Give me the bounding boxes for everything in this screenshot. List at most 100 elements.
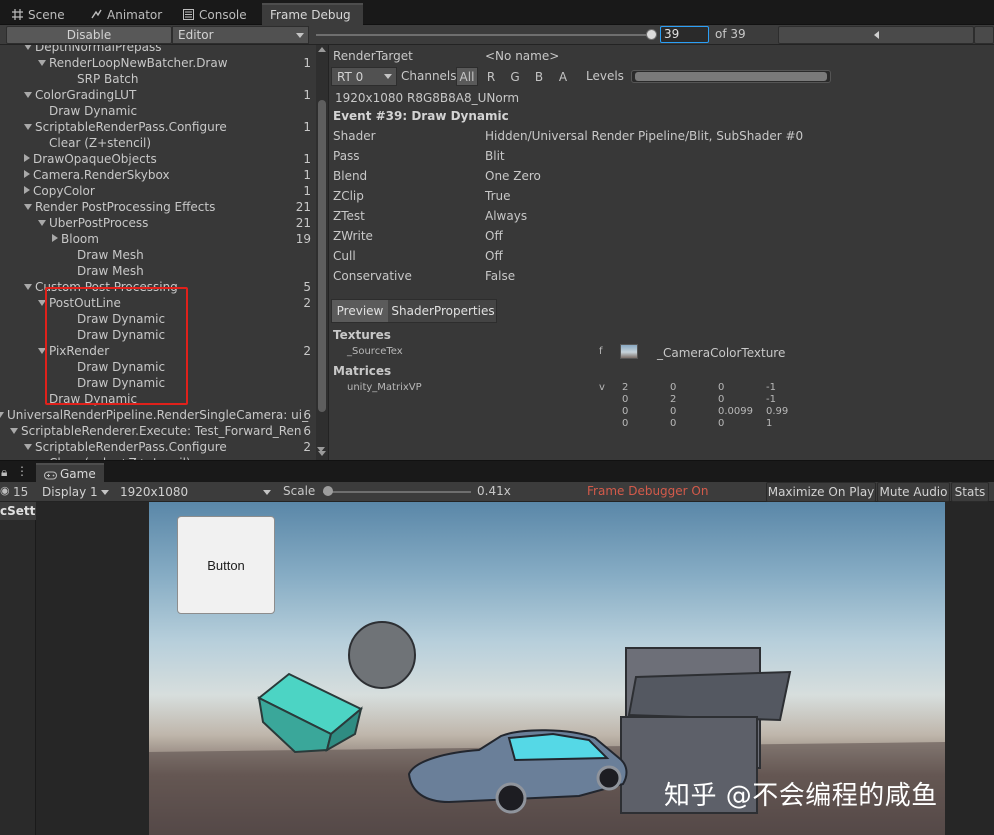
tree-row[interactable]: DepthNormalPrepass — [0, 45, 314, 55]
previous-event-button[interactable] — [778, 26, 974, 44]
rt-dropdown[interactable]: RT 0 — [331, 67, 397, 86]
matrix-cell: 0 — [718, 418, 725, 429]
property-key: Conservative — [333, 269, 412, 283]
display-dropdown[interactable]: Display 1 — [36, 483, 114, 501]
resolution-dropdown[interactable]: 1920x1080 — [114, 483, 276, 501]
display-value: Display 1 — [42, 485, 98, 499]
tree-row-label: Draw Dynamic — [49, 103, 137, 119]
tree-row[interactable]: CopyColor 1 — [0, 183, 314, 199]
scale-slider-track[interactable] — [323, 491, 471, 493]
tree-row-text: ScriptableRenderer.Execute: Test_Forward… — [21, 424, 302, 438]
tab-game[interactable]: Game — [36, 463, 104, 483]
tab-preview[interactable]: Preview — [332, 300, 388, 322]
tree-row[interactable]: Clear (Z+stencil) — [0, 135, 314, 151]
chevron-down-icon[interactable] — [0, 412, 4, 418]
property-value: Off — [485, 229, 503, 243]
event-title: Event #39: Draw Dynamic — [333, 109, 509, 123]
tree-row[interactable]: UberPostProcess 21 — [0, 215, 314, 231]
chevron-down-icon[interactable] — [38, 60, 46, 66]
channels-label: Channels — [401, 69, 457, 83]
tree-row[interactable]: ColorGradingLUT 1 — [0, 87, 314, 103]
tree-row-count: 1 — [303, 56, 311, 70]
tree-row[interactable]: Draw Mesh — [0, 263, 314, 279]
tab-console[interactable]: Console — [177, 4, 255, 25]
target-dropdown[interactable]: Editor — [172, 26, 309, 44]
game-tab-bar: 🔒︎ ⋮ Game — [0, 460, 994, 483]
chevron-down-icon[interactable] — [24, 124, 32, 130]
scroll-down-icon[interactable] — [317, 447, 325, 452]
tree-row-label: ScriptableRenderPass.Configure — [24, 439, 227, 455]
tree-row-text: Draw Mesh — [77, 248, 144, 262]
tree-row-label: Draw Mesh — [77, 247, 144, 263]
property-key: Cull — [333, 249, 356, 263]
channel-a-button[interactable]: A — [552, 67, 574, 86]
tree-row[interactable]: SRP Batch — [0, 71, 314, 87]
chevron-right-icon[interactable] — [24, 154, 30, 162]
tab-animator[interactable]: Animator — [85, 4, 170, 25]
chevron-right-icon[interactable] — [24, 170, 30, 178]
texture-thumbnail[interactable] — [620, 344, 638, 359]
eye-hidden-icon[interactable]: ◉ — [0, 484, 10, 497]
resolution-value: 1920x1080 — [120, 485, 189, 499]
chevron-down-icon[interactable] — [24, 204, 32, 210]
tree-row-label: ScriptableRenderer.Execute: Test_Forward… — [10, 423, 302, 439]
side-panel-strip: cSetti — [0, 502, 36, 835]
kebab-menu-icon[interactable]: ⋮ — [16, 464, 28, 478]
tree-row[interactable]: ScriptableRenderPass.Configure 2 — [0, 439, 314, 455]
tree-row[interactable]: Draw Mesh — [0, 247, 314, 263]
tree-row[interactable]: ScriptableRenderPass.Configure 1 — [0, 119, 314, 135]
mute-audio-button[interactable]: Mute Audio — [877, 482, 950, 502]
matrix-cell: 0.99 — [766, 406, 789, 417]
chevron-right-icon[interactable] — [24, 186, 30, 194]
tree-row-text: Draw Mesh — [77, 264, 144, 278]
chevron-down-icon[interactable] — [24, 284, 32, 290]
channel-b-button[interactable]: B — [528, 67, 550, 86]
tab-label: Animator — [107, 7, 163, 22]
lock-icon[interactable]: 🔒︎ — [1, 465, 7, 480]
render-target-format: 1920x1080 R8G8B8A8_UNorm — [335, 91, 520, 105]
event-total-label: of 39 — [715, 27, 746, 41]
animator-icon — [91, 9, 102, 20]
ui-button[interactable]: Button — [177, 516, 275, 614]
next-event-button[interactable] — [974, 26, 994, 44]
tab-frame-debug[interactable]: Frame Debug — [262, 3, 363, 25]
tree-row[interactable]: Draw Dynamic — [0, 103, 314, 119]
chevron-down-icon[interactable] — [24, 45, 32, 50]
tree-row[interactable]: Camera.RenderSkybox 1 — [0, 167, 314, 183]
chevron-down-icon[interactable] — [38, 220, 46, 226]
tab-label: Scene — [28, 7, 65, 22]
tree-row[interactable]: RenderLoopNewBatcher.Draw 1 — [0, 55, 314, 71]
tab-shader-properties[interactable]: ShaderProperties — [389, 300, 497, 322]
chevron-down-icon[interactable] — [24, 444, 32, 450]
channel-g-button[interactable]: G — [504, 67, 526, 86]
tree-row-label: Bloom — [52, 231, 99, 247]
disable-button[interactable]: Disable — [6, 26, 172, 44]
channel-all-button[interactable]: All — [456, 67, 478, 86]
matrix-cell: 2 — [622, 382, 629, 393]
chevron-down-icon[interactable] — [24, 92, 32, 98]
scroll-up-icon[interactable] — [318, 47, 326, 52]
tree-row-count: 1 — [303, 88, 311, 102]
cube-object — [257, 672, 363, 754]
event-index-field[interactable]: 39 — [660, 26, 709, 43]
tree-row[interactable]: ScriptableRenderer.Execute: Test_Forward… — [0, 423, 314, 439]
tree-row[interactable]: UniversalRenderPipeline.RenderSingleCame… — [0, 407, 314, 423]
channel-r-button[interactable]: R — [480, 67, 502, 86]
tree-row[interactable]: Render PostProcessing Effects 21 — [0, 199, 314, 215]
tab-scene[interactable]: Scene — [6, 4, 73, 25]
levels-slider-range[interactable] — [635, 72, 827, 81]
tree-row-count: 2 — [303, 296, 311, 310]
chevron-down-icon[interactable] — [10, 428, 18, 434]
tree-row[interactable]: DrawOpaqueObjects 1 — [0, 151, 314, 167]
tree-row[interactable]: Bloom 19 — [0, 231, 314, 247]
event-slider-thumb[interactable] — [646, 29, 657, 40]
render-target-label: RenderTarget — [333, 49, 413, 63]
levels-slider[interactable] — [631, 70, 831, 83]
tree-row-count: 1 — [303, 152, 311, 166]
stats-button[interactable]: Stats — [951, 482, 989, 502]
chevron-right-icon[interactable] — [52, 234, 58, 242]
hierarchy-scroll-thumb[interactable] — [318, 100, 326, 412]
scale-slider-thumb[interactable] — [323, 486, 333, 496]
maximize-on-play-button[interactable]: Maximize On Play — [766, 482, 876, 502]
event-slider-track[interactable] — [316, 34, 652, 36]
